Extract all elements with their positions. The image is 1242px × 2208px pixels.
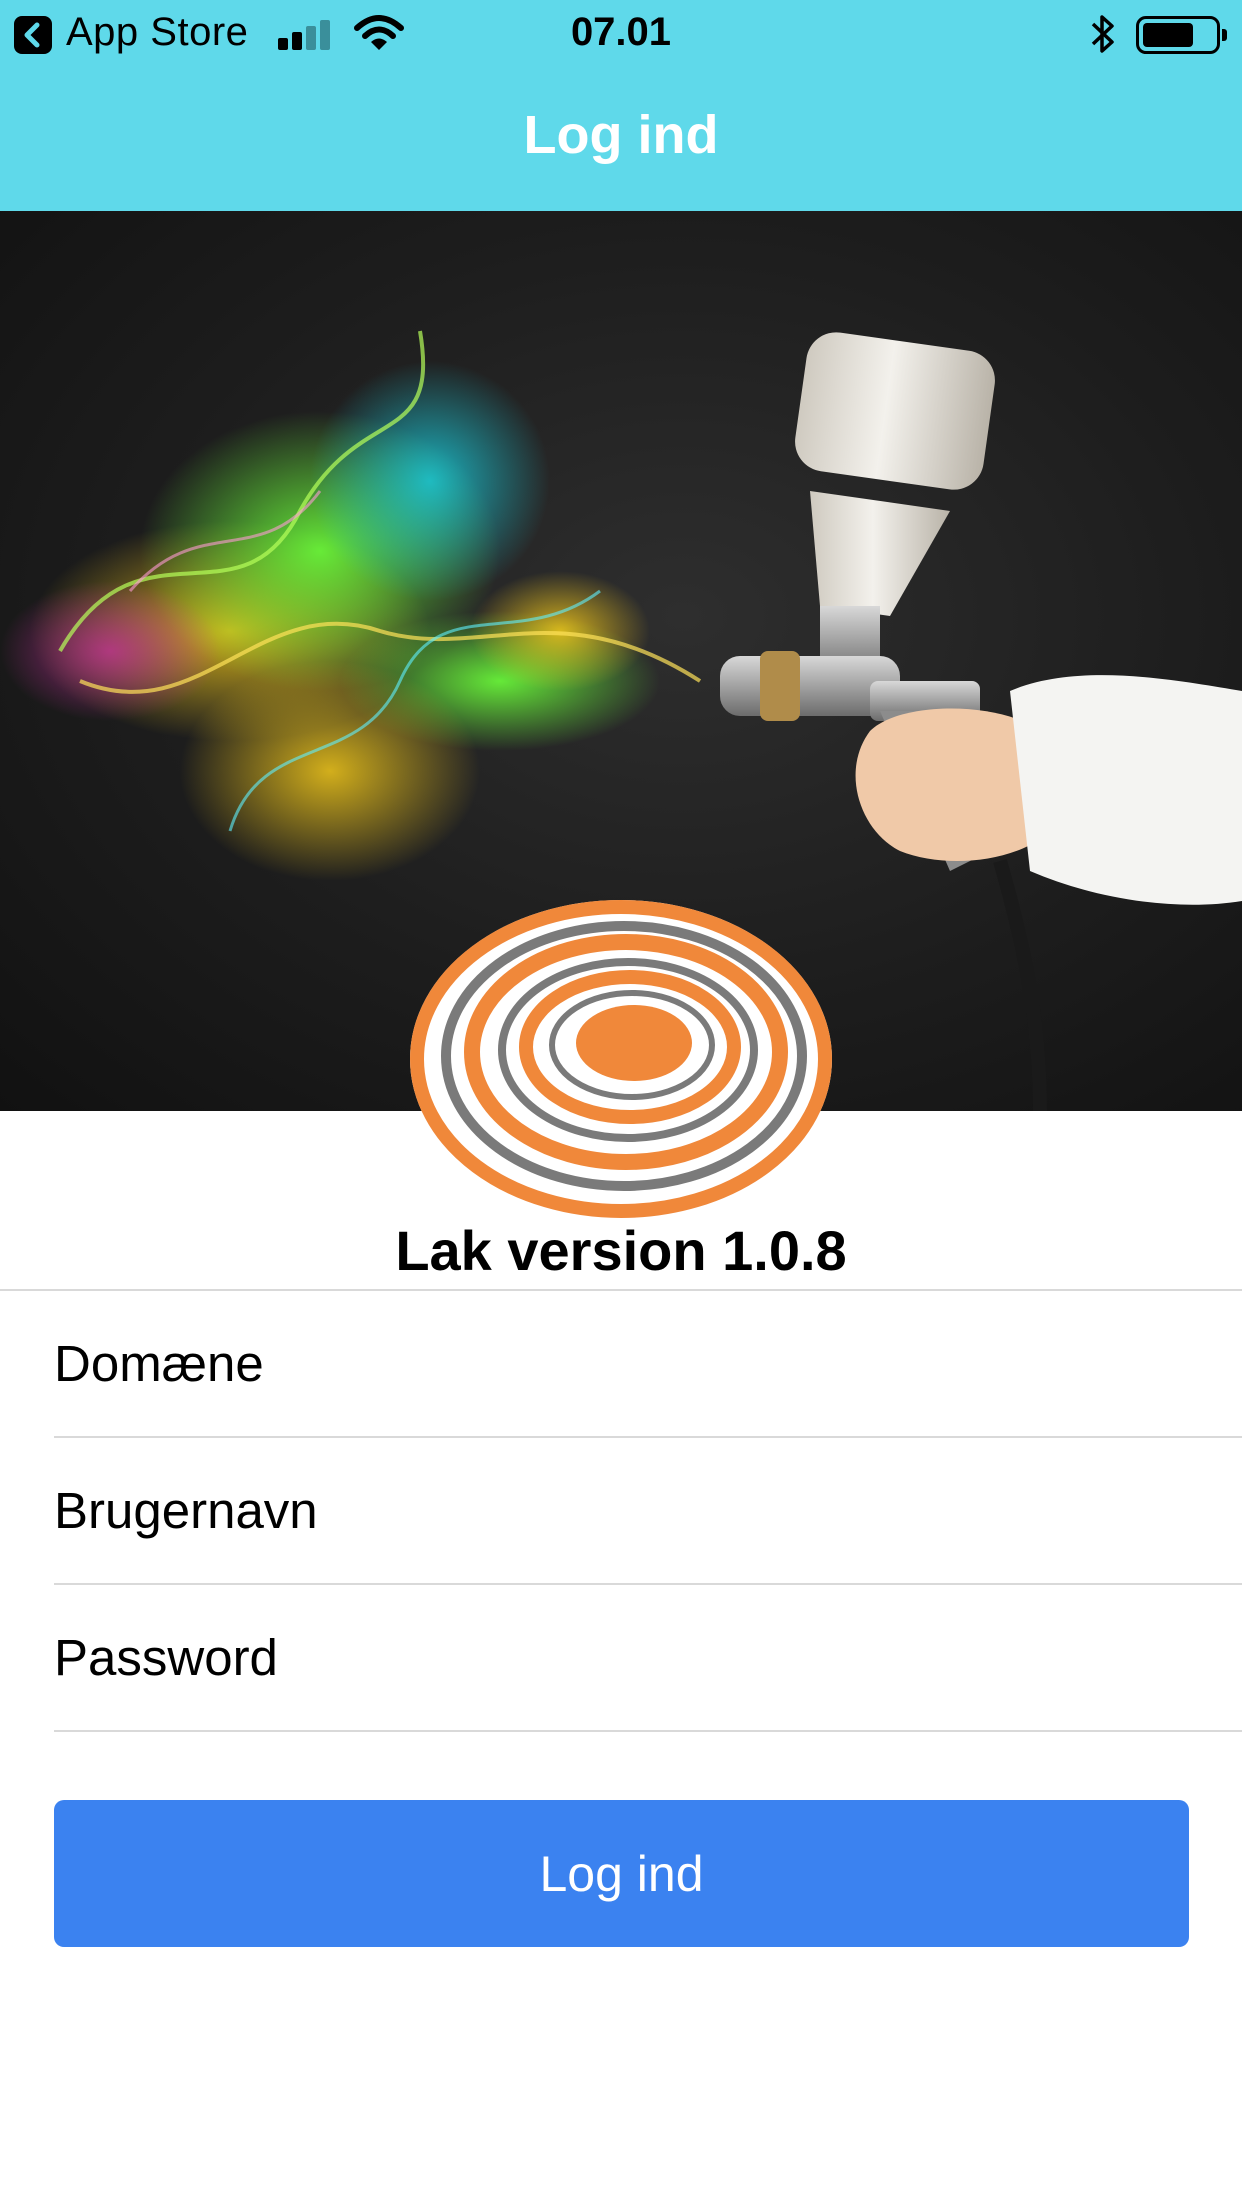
top-bar: App Store 07.01 Log ind: [0, 0, 1242, 211]
app-logo: [410, 900, 832, 1218]
domain-field[interactable]: [54, 1291, 1242, 1438]
password-field[interactable]: [54, 1585, 1242, 1732]
status-bar: App Store 07.01: [0, 0, 1242, 70]
password-input[interactable]: [54, 1585, 1154, 1730]
battery-icon: [1136, 16, 1227, 54]
nav-title: Log ind: [523, 105, 719, 165]
domain-input[interactable]: [54, 1291, 1154, 1436]
version-label: Lak version 1.0.8: [395, 1219, 847, 1282]
login-button[interactable]: Log ind: [54, 1800, 1189, 1947]
status-time: 07.01: [570, 10, 672, 54]
username-field[interactable]: [54, 1438, 1242, 1585]
bluetooth-icon: [1091, 15, 1114, 53]
username-input[interactable]: [54, 1438, 1154, 1583]
